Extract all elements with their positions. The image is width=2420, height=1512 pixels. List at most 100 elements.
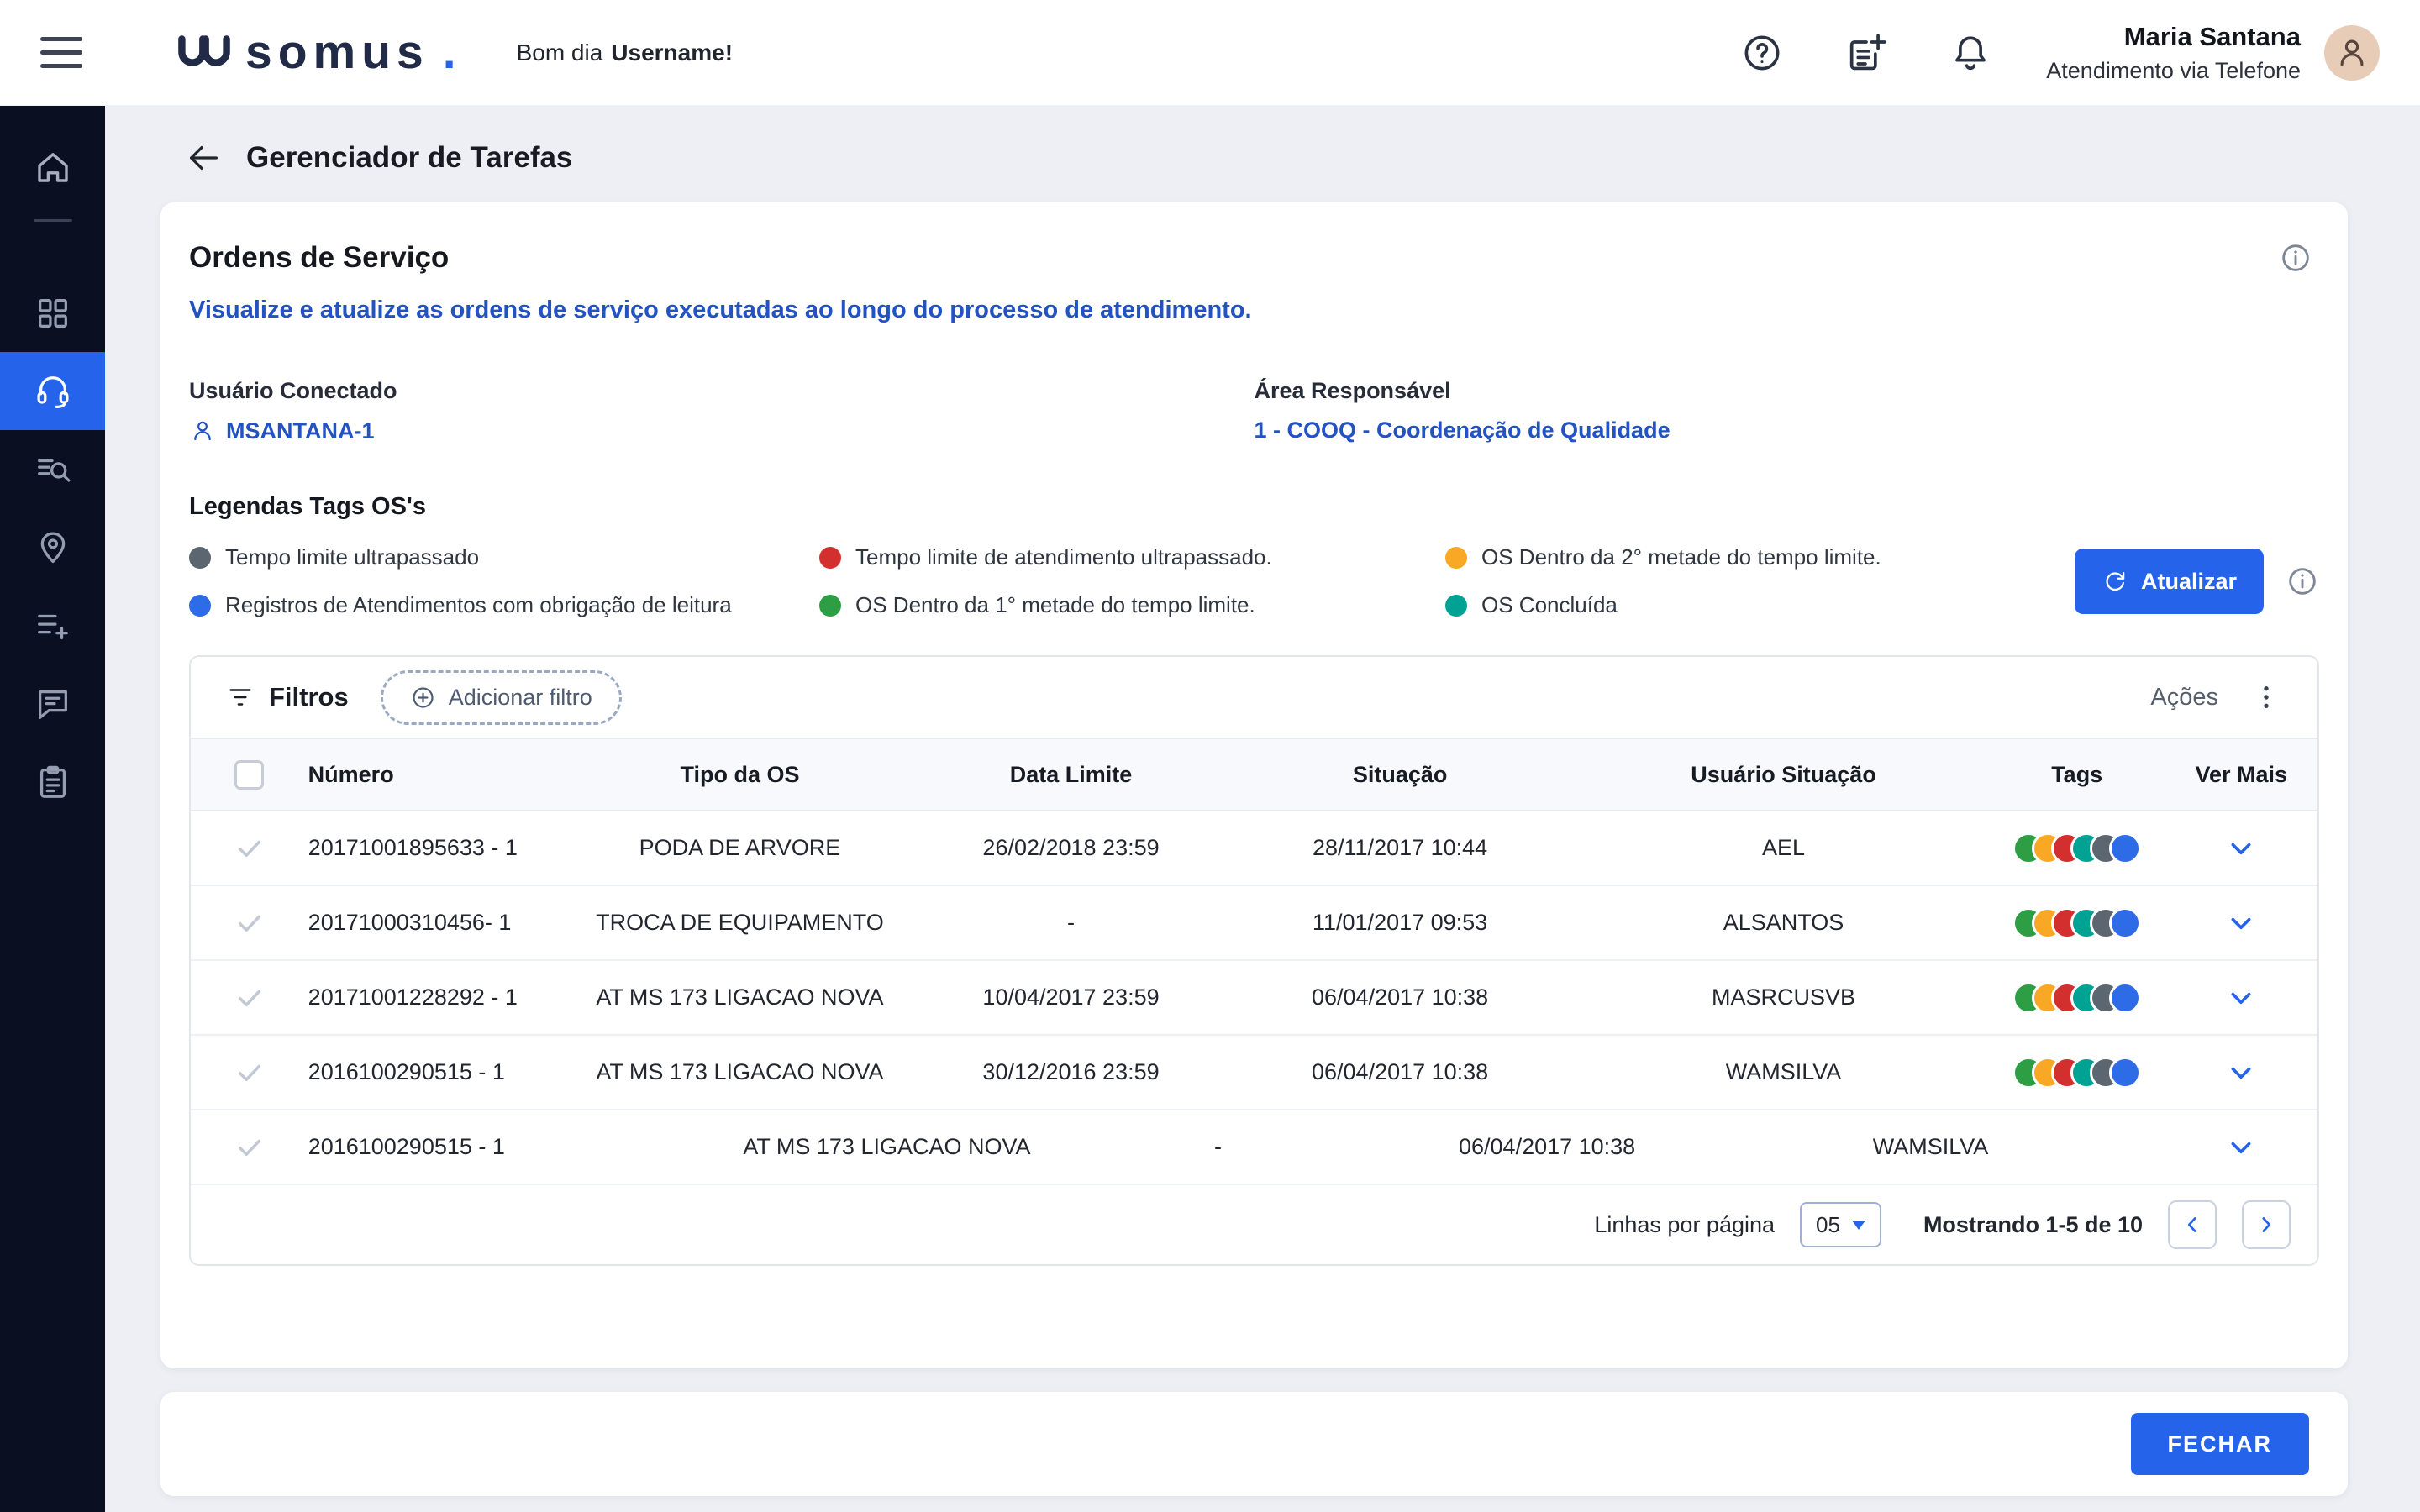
expand-row-button[interactable] xyxy=(2223,1055,2259,1090)
order-tags xyxy=(1989,832,2165,864)
expand-row-button[interactable] xyxy=(2223,906,2259,941)
order-tags xyxy=(1989,1057,2165,1089)
sidebar-item-dashboard[interactable] xyxy=(0,274,105,352)
row-tags xyxy=(2012,982,2141,1014)
sidebar-nav xyxy=(0,274,105,821)
pagination: Linhas por página 05 Mostrando 1-5 de 10 xyxy=(191,1185,2317,1264)
table-row: 20171000310456- 1 TROCA DE EQUIPAMENTO -… xyxy=(191,886,2317,961)
check-icon[interactable] xyxy=(234,1132,265,1163)
tag-dot-teal xyxy=(1445,595,1467,617)
check-icon[interactable] xyxy=(234,1058,265,1088)
close-button[interactable]: FECHAR xyxy=(2131,1413,2310,1475)
order-deadline: 26/02/2018 23:59 xyxy=(920,835,1222,861)
info-icon[interactable] xyxy=(2279,241,2312,275)
tag-dot-blue xyxy=(2109,832,2141,864)
tag-dot-blue xyxy=(2109,1057,2141,1089)
info-icon[interactable] xyxy=(2286,564,2319,598)
topbar: somus. Bom dia Username! Maria Santana A… xyxy=(0,0,2420,105)
avatar[interactable] xyxy=(2324,25,2380,81)
order-status-date: 11/01/2017 09:53 xyxy=(1222,910,1578,936)
column-header-tags: Tags xyxy=(1989,762,2165,788)
actions-button[interactable]: Ações xyxy=(2150,684,2218,711)
legend-label: Tempo limite de atendimento ultrapassado… xyxy=(855,544,1272,570)
tag-dot-orange xyxy=(1445,547,1467,569)
expand-row-button[interactable] xyxy=(2223,980,2259,1016)
order-status-user: AEL xyxy=(1578,835,1989,861)
order-status-date: 28/11/2017 10:44 xyxy=(1222,835,1578,861)
footer-bar: FECHAR xyxy=(160,1392,2348,1496)
topbar-actions xyxy=(1740,31,1992,75)
tag-dot-gray xyxy=(189,547,211,569)
next-page-button[interactable] xyxy=(2242,1200,2291,1249)
sidebar-item-note[interactable] xyxy=(0,664,105,743)
sidebar-item-task-add[interactable] xyxy=(0,586,105,664)
order-status-user: ALSANTOS xyxy=(1578,910,1989,936)
help-icon[interactable] xyxy=(1740,31,1784,75)
clipboard-icon xyxy=(34,763,72,801)
tag-dot-red xyxy=(819,547,841,569)
back-arrow-icon[interactable] xyxy=(184,139,223,177)
kebab-menu-icon[interactable] xyxy=(2250,681,2282,713)
caret-down-icon xyxy=(1852,1221,1865,1230)
sidebar-item-headset[interactable] xyxy=(0,352,105,430)
location-icon xyxy=(34,528,72,567)
connected-user-link[interactable]: MSANTANA-1 xyxy=(189,417,1255,444)
order-status-user: WAMSILVA xyxy=(1725,1134,2136,1160)
table-row: 2016100290515 - 1 AT MS 173 LIGACAO NOVA… xyxy=(191,1036,2317,1110)
expand-row-button[interactable] xyxy=(2223,831,2259,866)
column-header-tipo: Tipo da OS xyxy=(560,762,920,788)
order-status-date: 06/04/2017 10:38 xyxy=(1222,1059,1578,1085)
order-number: 20171001895633 - 1 xyxy=(308,835,560,861)
check-icon[interactable] xyxy=(234,908,265,938)
legend-label: OS Dentro da 2° metade do tempo limite. xyxy=(1481,544,1881,570)
page-head: Gerenciador de Tarefas xyxy=(184,139,2420,177)
hamburger-icon[interactable] xyxy=(40,37,82,68)
refresh-button[interactable]: Atualizar xyxy=(2075,549,2264,614)
legend-grid: Tempo limite ultrapassado Tempo limite de… xyxy=(189,544,1920,618)
add-filter-label: Adicionar filtro xyxy=(449,685,592,711)
order-number: 20171000310456- 1 xyxy=(308,910,560,936)
chevron-left-icon xyxy=(2180,1212,2205,1237)
sidebar-item-location[interactable] xyxy=(0,508,105,586)
refresh-icon xyxy=(2102,568,2128,595)
greeting-name: Username! xyxy=(611,39,733,66)
sidebar xyxy=(0,105,105,1512)
column-header-numero: Número xyxy=(308,762,560,788)
connected-user-block: Usuário Conectado MSANTANA-1 xyxy=(189,378,1255,444)
filter-icon xyxy=(226,683,255,711)
rows-per-page-value: 05 xyxy=(1816,1212,1840,1238)
responsible-area-link[interactable]: 1 - COOQ - Coordenação de Qualidade xyxy=(1255,417,2320,444)
order-status-user: MASRCUSVB xyxy=(1578,984,1989,1011)
tag-dot-blue xyxy=(189,595,211,617)
legend-label: Tempo limite ultrapassado xyxy=(225,544,479,570)
check-icon[interactable] xyxy=(234,983,265,1013)
order-deadline: - xyxy=(920,910,1222,936)
column-header-usuario: Usuário Situação xyxy=(1578,762,1989,788)
column-header-vermais: Ver Mais xyxy=(2165,762,2317,788)
legend-item: OS Dentro da 2° metade do tempo limite. xyxy=(1445,544,1920,570)
responsible-area-value: 1 - COOQ - Coordenação de Qualidade xyxy=(1255,417,1670,444)
add-filter-button[interactable]: Adicionar filtro xyxy=(381,670,622,725)
order-status-date: 06/04/2017 10:38 xyxy=(1369,1134,1725,1160)
table-toolbar: Filtros Adicionar filtro Ações xyxy=(191,657,2317,738)
order-type: AT MS 173 LIGACAO NOVA xyxy=(560,984,920,1011)
sidebar-item-search-list[interactable] xyxy=(0,430,105,508)
expand-row-button[interactable] xyxy=(2223,1130,2259,1165)
sidebar-item-clipboard[interactable] xyxy=(0,743,105,821)
card-subtitle: Visualize e atualize as ordens de serviç… xyxy=(189,297,2319,324)
person-icon xyxy=(189,417,216,444)
legend-label: OS Dentro da 1° metade do tempo limite. xyxy=(855,592,1255,618)
tag-dot-blue xyxy=(2109,982,2141,1014)
table-header: Número Tipo da OS Data Limite Situação U… xyxy=(191,738,2317,811)
prev-page-button[interactable] xyxy=(2168,1200,2217,1249)
logo-text: somus xyxy=(245,29,429,76)
bell-icon[interactable] xyxy=(1949,31,1992,75)
note-add-icon[interactable] xyxy=(1844,31,1888,75)
select-all-checkbox[interactable] xyxy=(234,760,264,790)
rows-per-page-select[interactable]: 05 xyxy=(1800,1202,1881,1247)
sidebar-item-home[interactable] xyxy=(33,147,73,187)
check-icon[interactable] xyxy=(234,833,265,864)
user-block: Maria Santana Atendimento via Telefone xyxy=(2046,22,2301,84)
greeting-prefix: Bom dia xyxy=(517,39,603,66)
chevron-right-icon xyxy=(2254,1212,2279,1237)
